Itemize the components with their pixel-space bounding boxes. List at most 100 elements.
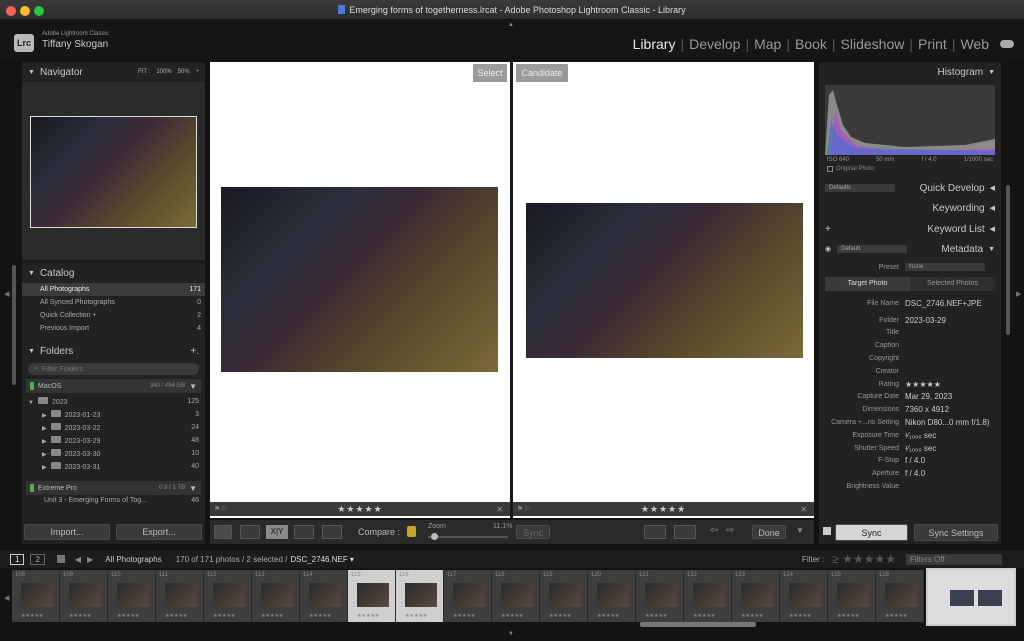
navigator-header[interactable]: ▼ Navigator FIT : 100% 50% ÷ (22, 62, 205, 82)
close-select-icon[interactable]: ✕ (496, 505, 504, 514)
folder-item[interactable]: ▶ 2023-03-22 24 (22, 421, 205, 434)
filmstrip-cell[interactable]: 117 ★★★★★ (444, 570, 492, 622)
next-arrow-icon[interactable]: ⇨ (726, 525, 734, 536)
survey-view-icon[interactable] (294, 525, 314, 539)
metadata-view-select[interactable]: Default (837, 245, 908, 253)
filmstrip-cell[interactable]: 120 ★★★★★ (588, 570, 636, 622)
catalog-item-quick-collection[interactable]: Quick Collection + 2 (22, 309, 205, 322)
close-candidate-icon[interactable]: ✕ (800, 505, 808, 514)
volume-macos[interactable]: MacOS 340 / 494 GB ▼ (26, 379, 201, 393)
preset-select[interactable]: None (905, 263, 985, 271)
flag-icon[interactable]: ⚑⚐ (517, 505, 532, 513)
metadata-value[interactable]: ★★★★★ (905, 380, 941, 389)
original-photo-row[interactable]: Original Photo (819, 165, 1001, 173)
compare-view-button[interactable]: X|Y (266, 525, 288, 539)
filmstrip-cell[interactable]: 108 ★★★★★ (12, 570, 60, 622)
filmstrip-cell[interactable]: 123 ★★★★★ (732, 570, 780, 622)
filmstrip-cell[interactable]: 125 ★★★★★ (828, 570, 876, 622)
filmstrip-rating-stars[interactable]: ★★★★★ (741, 613, 763, 619)
filmstrip-cell[interactable]: 113 ★★★★★ (252, 570, 300, 622)
keywording-header[interactable]: Keywording ◀ (819, 197, 1001, 219)
filmstrip-rating-stars[interactable]: ★★★★★ (501, 613, 523, 619)
filmstrip-cell[interactable]: 124 ★★★★★ (780, 570, 828, 622)
people-view-icon[interactable] (322, 525, 342, 539)
volume-menu-icon[interactable]: ▼ (189, 484, 197, 493)
folder-2023[interactable]: ▼ 2023 125 (22, 395, 205, 408)
secondary-window-preview[interactable] (926, 568, 1016, 626)
module-print[interactable]: Print (913, 36, 952, 52)
histogram-header[interactable]: Histogram ▼ (819, 62, 1001, 82)
module-web[interactable]: Web (955, 36, 994, 52)
filmstrip-cell[interactable]: 121 ★★★★★ (636, 570, 684, 622)
filmstrip-rating-stars[interactable]: ★★★★★ (693, 613, 715, 619)
original-photo-checkbox[interactable] (827, 166, 833, 172)
tab-selected-photos[interactable]: Selected Photos (910, 277, 995, 291)
filmstrip-cell[interactable]: 114 ★★★★★ (300, 570, 348, 622)
candidate-photo[interactable] (526, 203, 803, 358)
catalog-item-synced[interactable]: All Synced Photographs 0 (22, 296, 205, 309)
filmstrip-cell[interactable]: 119 ★★★★★ (540, 570, 588, 622)
forward-arrow-icon[interactable]: ▶ (87, 555, 93, 564)
volume-extreme-pro[interactable]: Extreme Pro 0.9 / 1 TB ▼ (26, 481, 201, 495)
filter-select[interactable]: Filters Off (906, 553, 1002, 565)
filmstrip-cell[interactable]: 115 ★★★★★ (348, 570, 396, 622)
make-select-icon[interactable] (674, 525, 696, 539)
volume-menu-icon[interactable]: ▼ (189, 382, 197, 391)
previous-arrow-icon[interactable]: ⇦ (710, 525, 718, 536)
filmstrip-rating-stars[interactable]: ★★★★★ (69, 613, 91, 619)
left-scrollbar[interactable] (12, 265, 16, 385)
filmstrip-left-icon[interactable]: ◀ (4, 594, 9, 602)
lock-icon[interactable] (407, 526, 416, 537)
metadata-value[interactable]: Mar 29, 2023 (905, 392, 952, 401)
filmstrip-cell[interactable]: 118 ★★★★★ (492, 570, 540, 622)
navigator-thumbnail[interactable] (30, 116, 197, 228)
keyword-list-header[interactable]: + Keyword List ◀ (819, 219, 1001, 239)
metadata-value[interactable]: DSC_2746.NEF+JPE (905, 299, 982, 308)
zoom-100[interactable]: 100% (156, 69, 171, 75)
zoom-more[interactable]: ÷ (196, 69, 199, 75)
monitor-1-button[interactable]: 1 (10, 553, 25, 565)
filmstrip-cell[interactable]: 122 ★★★★★ (684, 570, 732, 622)
sync-settings-button[interactable]: Sync Settings (914, 524, 998, 541)
zoom-slider-thumb[interactable] (431, 533, 438, 540)
done-button[interactable]: Done (752, 525, 786, 539)
zoom-50[interactable]: 50% (178, 69, 190, 75)
filmstrip-cell[interactable]: 109 ★★★★★ (60, 570, 108, 622)
filmstrip-rating-stars[interactable]: ★★★★★ (885, 613, 907, 619)
module-slideshow[interactable]: Slideshow (836, 36, 910, 52)
metadata-header[interactable]: ◉ Default Metadata ▼ (819, 239, 1001, 259)
filmstrip-scrollbar[interactable] (640, 622, 756, 627)
metadata-value[interactable]: 2023-03-29 (905, 316, 946, 325)
bottom-panel-toggle-icon[interactable]: ▼ (508, 631, 514, 637)
filmstrip-rating-stars[interactable]: ★★★★★ (117, 613, 139, 619)
import-button[interactable]: Import... (24, 524, 110, 540)
filmstrip-rating-stars[interactable]: ★★★★★ (261, 613, 283, 619)
filmstrip-rating-stars[interactable]: ★★★★★ (309, 613, 331, 619)
catalog-item-previous-import[interactable]: Previous Import 4 (22, 322, 205, 335)
navigator-preview[interactable] (22, 82, 205, 260)
zoom-slider[interactable] (428, 536, 508, 538)
histogram[interactable] (825, 85, 995, 155)
filmstrip-rating-stars[interactable]: ★★★★★ (597, 613, 619, 619)
filmstrip-cell[interactable]: 116 ★★★★★ (396, 570, 444, 622)
filmstrip-rating-stars[interactable]: ★★★★★ (453, 613, 475, 619)
catalog-header[interactable]: ▼ Catalog (22, 263, 205, 283)
toolbar-menu-icon[interactable]: ▼ (796, 526, 804, 535)
right-panel-toggle-icon[interactable]: ▶ (1016, 290, 1021, 298)
filmstrip-rating-stars[interactable]: ★★★★★ (405, 613, 427, 619)
cloud-icon[interactable] (1000, 40, 1014, 48)
folder-item[interactable]: ▶ 2023-01-23 3 (22, 408, 205, 421)
filmstrip-cell[interactable]: 112 ★★★★★ (204, 570, 252, 622)
filmstrip-rating-stars[interactable]: ★★★★★ (213, 613, 235, 619)
left-panel-toggle-icon[interactable]: ◀ (4, 290, 9, 298)
folder-unit3[interactable]: Unit 3 - Emerging Forms of Tog... 46 (22, 495, 205, 505)
module-book[interactable]: Book (790, 36, 832, 52)
swap-icon[interactable] (644, 525, 666, 539)
folder-filter-input[interactable] (41, 365, 162, 373)
filmstrip-rating-stars[interactable]: ★★★★★ (837, 613, 859, 619)
filmstrip-cell[interactable]: 111 ★★★★★ (156, 570, 204, 622)
add-keyword-icon[interactable]: + (825, 224, 831, 235)
defaults-select[interactable]: Defaults (825, 184, 895, 192)
module-library[interactable]: Library (628, 36, 681, 52)
folder-item[interactable]: ▶ 2023-03-29 48 (22, 434, 205, 447)
